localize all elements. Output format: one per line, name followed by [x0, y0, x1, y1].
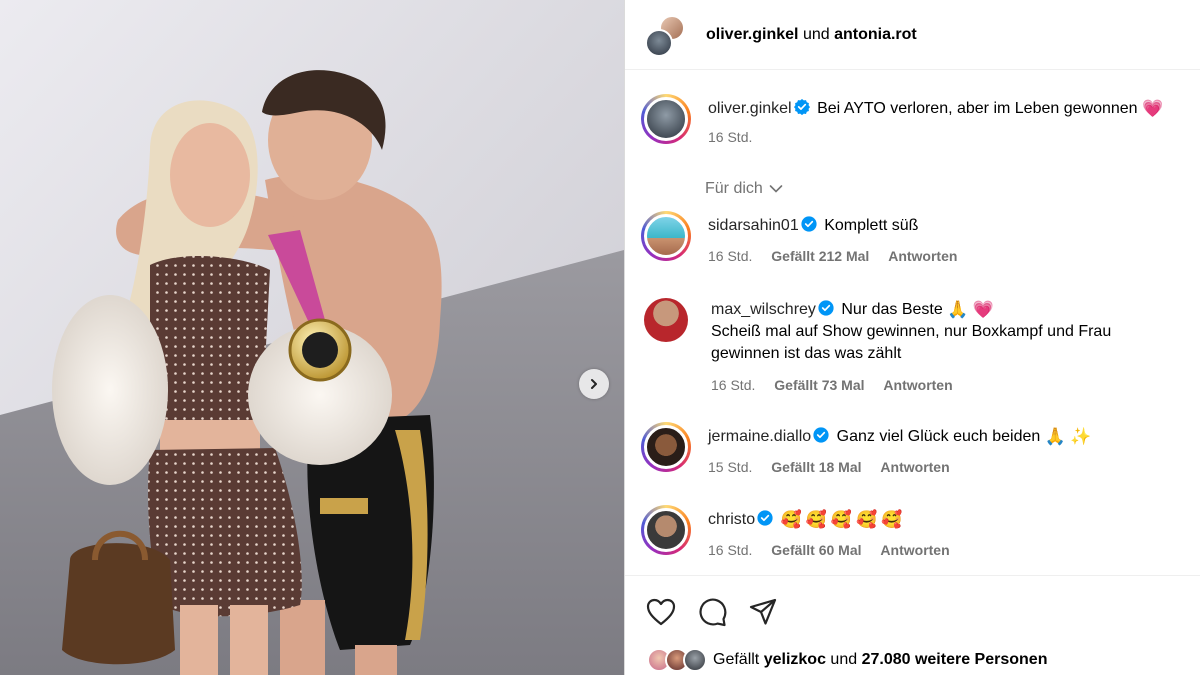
- share-button[interactable]: [747, 596, 779, 628]
- likes-summary[interactable]: Gefällt yelizkoc und 27.080 weitere Pers…: [647, 648, 1047, 672]
- collab-avatars[interactable]: [645, 13, 689, 57]
- likes-prefix: Gefällt: [713, 651, 760, 668]
- verified-badge-icon: [813, 427, 829, 443]
- avatar[interactable]: [641, 211, 691, 261]
- comment-username[interactable]: christo: [708, 511, 755, 528]
- post-header: oliver.ginkel und antonia.rot: [625, 0, 1200, 70]
- comment-username[interactable]: jermaine.diallo: [708, 428, 811, 445]
- reply-button[interactable]: Antworten: [888, 248, 957, 264]
- coauthor-link[interactable]: antonia.rot: [834, 26, 917, 43]
- chevron-right-icon: [591, 379, 597, 389]
- comment-likes[interactable]: Gefällt 18 Mal: [771, 459, 861, 475]
- comment-username[interactable]: sidarsahin01: [708, 217, 799, 234]
- caption-row: oliver.ginkel Bei AYTO verloren, aber im…: [641, 94, 1190, 148]
- avatar[interactable]: [641, 422, 691, 472]
- caption-text: Bei AYTO verloren, aber im Leben gewonne…: [817, 100, 1138, 117]
- author-link[interactable]: oliver.ginkel: [706, 26, 798, 43]
- sparkles-emoji: ✨: [1070, 427, 1092, 447]
- comment-time: 16 Std.: [711, 377, 756, 393]
- like-button[interactable]: [645, 596, 677, 628]
- verified-badge-icon: [818, 300, 834, 316]
- comment-time: 16 Std.: [708, 542, 753, 558]
- comment-text-line: Scheiß mal auf Show gewinnen, nur Boxkam…: [711, 323, 1112, 340]
- comment-username[interactable]: max_wilschrey: [711, 301, 816, 318]
- avatar: [645, 28, 673, 57]
- comment-time: 15 Std.: [708, 459, 753, 475]
- post-side-panel: oliver.ginkel und antonia.rot oliver.gin…: [624, 0, 1200, 675]
- avatar: [683, 648, 707, 672]
- comment-item: jermaine.diallo Ganz viel Glück euch bei…: [641, 422, 1190, 478]
- post-photo[interactable]: [0, 0, 624, 675]
- verified-badge-icon: [757, 510, 773, 526]
- verified-badge-icon: [801, 216, 817, 232]
- comment-item: max_wilschrey Nur das Beste 🙏 💗 Scheiß m…: [641, 295, 1190, 396]
- avatar[interactable]: [641, 505, 691, 555]
- pray-emoji: 🙏: [947, 300, 969, 320]
- verified-badge-icon: [793, 99, 810, 115]
- heart-emoji: 💗: [972, 300, 995, 320]
- smiling-hearts-emoji: 🥰🥰🥰🥰🥰: [780, 510, 907, 530]
- comment-text: Komplett süß: [824, 217, 919, 234]
- comment-text: Nur das Beste: [841, 301, 943, 318]
- comment-item: christo 🥰🥰🥰🥰🥰 16 Std. Gefällt 60 Mal Ant…: [641, 505, 1190, 561]
- comment-button[interactable]: [696, 596, 728, 628]
- reply-button[interactable]: Antworten: [880, 542, 949, 558]
- caption-username[interactable]: oliver.ginkel: [708, 100, 792, 117]
- post-authors: oliver.ginkel und antonia.rot: [706, 26, 917, 44]
- comment-sort-dropdown[interactable]: Für dich: [705, 180, 783, 198]
- comment-item: sidarsahin01 Komplett süß 16 Std. Gefäll…: [641, 211, 1190, 267]
- comment-text-line: gewinnen ist das was zählt: [711, 345, 902, 362]
- comment-likes[interactable]: Gefällt 73 Mal: [774, 377, 864, 393]
- heart-icon: [646, 598, 676, 626]
- avatar[interactable]: [641, 94, 691, 144]
- share-icon: [749, 598, 777, 625]
- comment-text: Ganz viel Glück euch beiden: [836, 428, 1041, 445]
- comment-time: 16 Std.: [708, 248, 753, 264]
- avatar[interactable]: [644, 298, 688, 342]
- likes-connector: und: [830, 651, 858, 668]
- comment-icon: [699, 598, 727, 627]
- likes-count[interactable]: 27.080 weitere Personen: [862, 651, 1048, 669]
- post-actions: Gefällt yelizkoc und 27.080 weitere Pers…: [625, 575, 1200, 675]
- chevron-down-icon: [769, 185, 783, 193]
- reply-button[interactable]: Antworten: [883, 377, 952, 393]
- liker-username[interactable]: yelizkoc: [764, 651, 826, 669]
- liker-avatars: [647, 648, 711, 672]
- next-photo-button[interactable]: [579, 369, 609, 399]
- pray-emoji: 🙏: [1044, 427, 1066, 447]
- comment-likes[interactable]: Gefällt 60 Mal: [771, 542, 861, 558]
- sort-label: Für dich: [705, 180, 763, 197]
- comments-area[interactable]: oliver.ginkel Bei AYTO verloren, aber im…: [625, 70, 1200, 575]
- reply-button[interactable]: Antworten: [880, 459, 949, 475]
- heart-emoji: 💗: [1142, 99, 1164, 119]
- connector-text: und: [802, 25, 830, 43]
- caption-time: 16 Std.: [708, 129, 753, 145]
- comment-likes[interactable]: Gefällt 212 Mal: [771, 248, 869, 264]
